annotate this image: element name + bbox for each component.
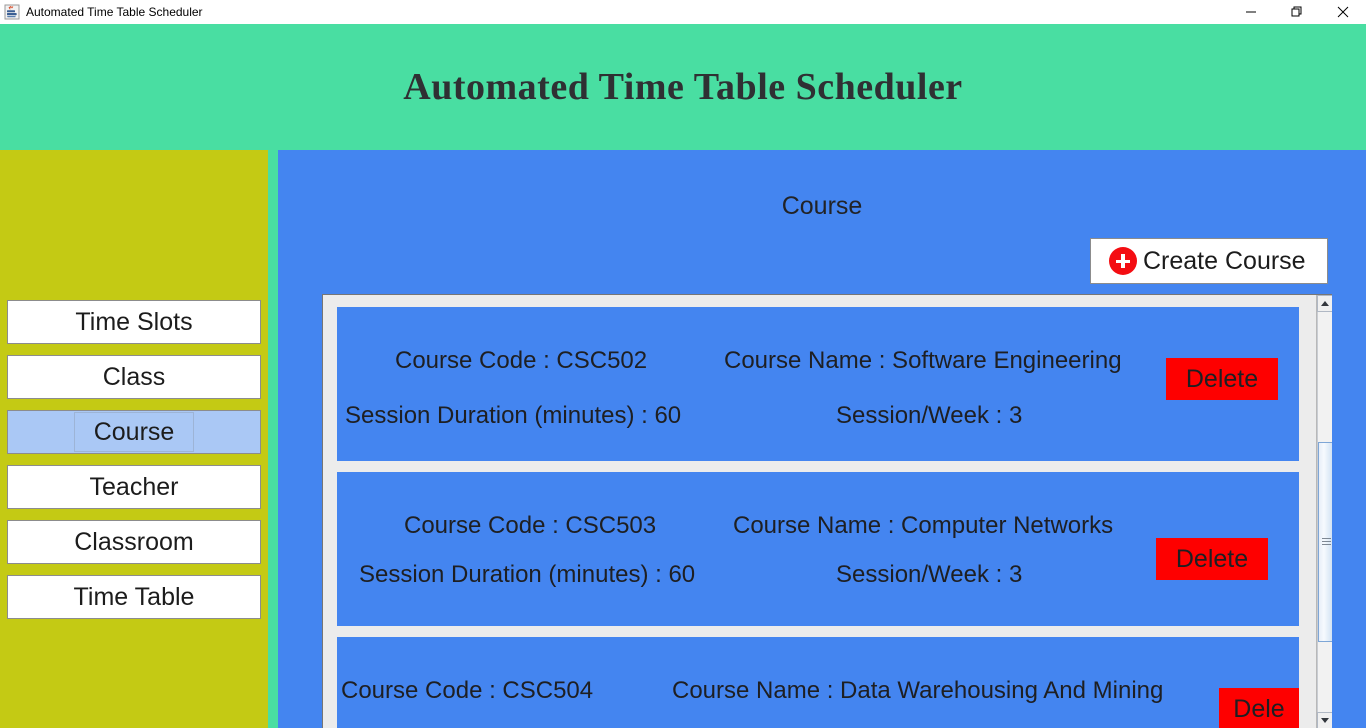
scrollbar-grip-icon (1322, 538, 1331, 546)
close-button[interactable] (1320, 0, 1366, 24)
sidebar-item-label: Time Table (73, 583, 195, 611)
window-title: Automated Time Table Scheduler (26, 4, 203, 19)
course-code-text: Course Code : CSC503 (404, 512, 657, 539)
header-banner: Automated Time Table Scheduler (0, 24, 1366, 150)
sidebar-item-course[interactable]: Course (7, 410, 261, 454)
delete-course-button[interactable]: Dele (1219, 688, 1299, 728)
course-list-scrollpane: Course Code : CSC502 Course Name : Softw… (322, 294, 1332, 728)
sidebar-item-time-table[interactable]: Time Table (7, 575, 261, 619)
sidebar: Time Slots Class Course Teacher Classroo… (0, 150, 268, 728)
course-name-text: Course Name : Software Engineering (724, 347, 1122, 374)
sidebar-item-label: Time Slots (75, 308, 193, 336)
sidebar-item-teacher[interactable]: Teacher (7, 465, 261, 509)
scrollbar-track[interactable] (1317, 312, 1332, 712)
delete-course-button[interactable]: Delete (1156, 538, 1268, 580)
sidebar-item-label: Class (102, 363, 166, 391)
page-title: Course (781, 192, 863, 220)
course-name-text: Course Name : Data Warehousing And Minin… (672, 677, 1164, 704)
create-course-button[interactable]: Create Course (1090, 238, 1328, 284)
sidebar-item-label: Classroom (74, 528, 194, 556)
course-card[interactable]: Course Code : CSC504 Course Name : Data … (337, 637, 1299, 728)
app-heading: Automated Time Table Scheduler (403, 66, 963, 108)
sidebar-item-time-slots[interactable]: Time Slots (7, 300, 261, 344)
scrollbar-thumb[interactable] (1318, 442, 1332, 642)
create-course-label: Create Course (1143, 246, 1306, 275)
application-window: Automated Time Table Scheduler Automated… (0, 0, 1366, 728)
plus-circle-icon (1109, 247, 1137, 275)
session-duration-text: Session Duration (minutes) : 60 (345, 402, 682, 429)
minimize-button[interactable] (1228, 0, 1274, 24)
sidebar-divider (268, 150, 278, 728)
course-code-text: Course Code : CSC502 (395, 347, 648, 374)
title-bar: Automated Time Table Scheduler (0, 0, 1366, 24)
scroll-down-arrow-icon[interactable] (1317, 712, 1332, 728)
course-card[interactable]: Course Code : CSC503 Course Name : Compu… (337, 472, 1299, 626)
maximize-restore-button[interactable] (1274, 0, 1320, 24)
scroll-up-arrow-icon[interactable] (1317, 295, 1332, 312)
course-list-viewport: Course Code : CSC502 Course Name : Softw… (323, 295, 1315, 728)
sidebar-item-label: Course (93, 418, 175, 446)
java-coffee-cup-icon (4, 4, 20, 20)
main-content-panel: Course Create Course Course Code : CSC50… (278, 150, 1366, 728)
course-name-text: Course Name : Computer Networks (733, 512, 1114, 539)
sidebar-item-classroom[interactable]: Classroom (7, 520, 261, 564)
session-duration-text: Session Duration (minutes) : 60 (359, 561, 696, 588)
sessions-per-week-text: Session/Week : 3 (836, 561, 1023, 588)
vertical-scrollbar[interactable] (1316, 295, 1332, 728)
sidebar-item-label: Teacher (89, 473, 179, 501)
course-card[interactable]: Course Code : CSC502 Course Name : Softw… (337, 307, 1299, 461)
course-code-text: Course Code : CSC504 (341, 677, 594, 704)
sidebar-item-class[interactable]: Class (7, 355, 261, 399)
sessions-per-week-text: Session/Week : 3 (836, 402, 1023, 429)
delete-course-button[interactable]: Delete (1166, 358, 1278, 400)
